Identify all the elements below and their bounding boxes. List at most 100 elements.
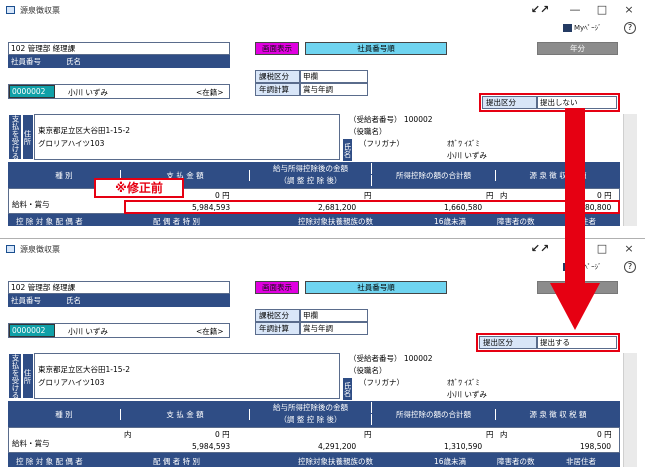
address-line2: グロリアハイツ103: [38, 378, 105, 387]
footer-spouse: 控 除 対 象 配 偶 者: [16, 457, 83, 466]
address-label: 住所: [22, 353, 34, 399]
name-v-label: 氏名: [342, 377, 353, 401]
title-label: （役職名）: [349, 366, 387, 375]
tax-value[interactable]: 198,500: [580, 442, 611, 451]
close-button[interactable]: ×: [619, 241, 639, 257]
maximize-button[interactable]: □: [592, 2, 612, 18]
emp-id-field[interactable]: 0000002: [9, 324, 55, 337]
total-deduct-unit: 円: [486, 430, 494, 439]
year-end-value[interactable]: 賞与年調: [300, 83, 368, 96]
close-button[interactable]: ×: [619, 2, 639, 18]
arrow-shaft: [565, 108, 585, 288]
col-after-deduct-sub: （調 整 控 除 後）: [250, 414, 372, 425]
payment-value[interactable]: 5,984,593: [192, 442, 230, 451]
after-deduct-value[interactable]: 4,291,200: [318, 442, 356, 451]
col-after-deduct: 給与所得控除後の金額: [250, 402, 372, 413]
footer-dependents: 控除対象扶養親族の数: [298, 217, 373, 226]
resize-icon[interactable]: ↙↗: [530, 241, 550, 257]
kanji-name: 小川 いずみ: [447, 151, 487, 160]
minimize-button[interactable]: —: [565, 2, 585, 18]
kanji-name: 小川 いずみ: [447, 390, 487, 399]
col-after-deduct-sub: （調 整 控 除 後）: [250, 175, 372, 186]
sort-order-field[interactable]: 社員番号順: [305, 281, 447, 294]
address-line1: 東京都足立区大谷田1-15-2: [38, 365, 130, 374]
year-end-label: 年調計算: [255, 322, 300, 335]
emp-status: <在籍>: [196, 88, 224, 97]
col-payment: 支 払 金 額: [121, 409, 250, 420]
window-title: 源泉徴収票: [20, 245, 60, 254]
tax-inner-unit: 円: [604, 430, 612, 439]
total-deduct-value[interactable]: 1,310,590: [444, 442, 482, 451]
payee-label: 支払を受ける者: [8, 114, 22, 168]
tax-inner-label: 内: [500, 430, 508, 439]
vertical-scrollbar[interactable]: [623, 353, 637, 467]
footer-spouse: 控 除 対 象 配 偶 者: [16, 217, 83, 226]
recipient-number: （受給者番号） 100002: [349, 354, 433, 363]
help-icon[interactable]: ?: [624, 261, 636, 273]
down-arrow-icon: [550, 108, 600, 330]
address-box[interactable]: [34, 114, 340, 160]
furigana-value: ｵｶﾞﾜ ｲｽﾞﾐ: [447, 378, 480, 387]
name-v-label: 氏名: [342, 138, 353, 162]
sort-order-field[interactable]: 社員番号順: [305, 42, 447, 55]
row-type: 給料・賞与: [12, 200, 50, 209]
mypage-button[interactable]: Myﾍﾟｰｼﾞ: [563, 22, 623, 35]
tax-category-value[interactable]: 甲欄: [300, 70, 368, 83]
col-type: 種 別: [8, 409, 121, 420]
tax-category-value[interactable]: 甲欄: [300, 309, 368, 322]
tax-category-label: 課税区分: [255, 70, 300, 83]
payment-inner-unit: 円: [222, 430, 230, 439]
furigana-label: （フリガナ）: [359, 139, 404, 148]
emp-no-label: 社員番号: [8, 294, 63, 307]
window-title: 源泉徴収票: [20, 6, 60, 15]
app-icon: [6, 245, 15, 253]
title-label: （役職名）: [349, 127, 387, 136]
emp-id-field[interactable]: 0000002: [9, 85, 55, 98]
emp-name: 小川 いずみ: [68, 88, 108, 97]
display-button[interactable]: 画面表示: [255, 281, 299, 294]
furigana-label: （フリガナ）: [359, 378, 404, 387]
footer-dependents: 控除対象扶養親族の数: [298, 457, 373, 466]
address-line1: 東京都足立区大谷田1-15-2: [38, 126, 130, 135]
emp-name: 小川 いずみ: [68, 327, 108, 336]
address-line2: グロリアハイツ103: [38, 139, 105, 148]
footer-disabled: 障害者の数: [497, 217, 535, 226]
arrow-head: [550, 283, 600, 330]
payment-inner-unit: 円: [222, 191, 230, 200]
footer-spouse-special: 配 偶 者 特 別: [153, 457, 201, 466]
department: 102 管理部 経理課: [8, 42, 230, 55]
app-icon: [6, 6, 15, 14]
furigana-value: ｵｶﾞﾜ ｲｽﾞﾐ: [447, 139, 480, 148]
payee-label: 支払を受ける者: [8, 353, 22, 407]
payment-inner-label: 内: [124, 430, 132, 439]
values-highlight-box: [124, 200, 620, 214]
address-box[interactable]: [34, 353, 340, 399]
footer-spouse-special: 配 偶 者 特 別: [153, 217, 201, 226]
name-label: 氏名: [63, 294, 230, 307]
after-deduct-unit: 円: [364, 430, 372, 439]
display-button[interactable]: 画面表示: [255, 42, 299, 55]
name-label: 氏名: [63, 55, 230, 68]
resize-icon[interactable]: ↙↗: [530, 2, 550, 18]
mypage-icon: [563, 24, 572, 32]
mypage-label: Myﾍﾟｰｼﾞ: [574, 24, 602, 32]
department: 102 管理部 経理課: [8, 281, 230, 294]
vertical-scrollbar[interactable]: [623, 114, 637, 226]
year-end-value[interactable]: 賞与年調: [300, 322, 368, 335]
tax-inner-amount: 0: [597, 430, 602, 439]
tax-inner-unit: 円: [604, 191, 612, 200]
help-icon[interactable]: ?: [624, 22, 636, 34]
col-after-deduct: 給与所得控除後の金額: [250, 163, 372, 174]
footer-disabled: 障害者の数: [497, 457, 535, 466]
col-total-deduct: 所得控除の額の合計額: [372, 409, 496, 420]
payment-inner-value: 0 円: [215, 430, 230, 439]
tax-category-label: 課税区分: [255, 309, 300, 322]
footer-under16: 16歳未満: [434, 457, 467, 466]
year-end-label: 年調計算: [255, 83, 300, 96]
col-total-deduct: 所得控除の額の合計額: [372, 170, 496, 181]
footer-under16: 16歳未満: [434, 217, 467, 226]
table-row: [8, 427, 620, 453]
year-button[interactable]: 年分: [537, 42, 618, 55]
window-before: 源泉徴収票 ↙↗ — □ × Myﾍﾟｰｼﾞ ? 102 管理部 経理課 社員番…: [0, 0, 645, 230]
emp-no-label: 社員番号: [8, 55, 63, 68]
